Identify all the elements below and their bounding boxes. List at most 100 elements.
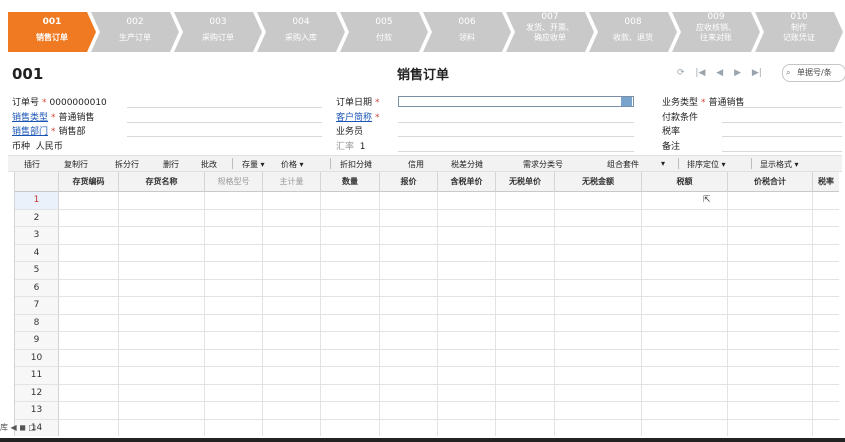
- table-row[interactable]: [59, 210, 839, 227]
- sales-dept-value[interactable]: 销售部: [59, 127, 86, 137]
- column-header[interactable]: 主计量: [263, 172, 321, 192]
- row-number[interactable]: 10: [15, 349, 59, 367]
- table-row[interactable]: [59, 367, 839, 385]
- divider: [398, 136, 634, 137]
- doc-number-title: 001: [12, 65, 44, 83]
- step-005[interactable]: 005 付款: [340, 12, 428, 52]
- step-label: 采购入库: [285, 33, 317, 42]
- grid-toolbar: 插行 复制行 拆分行 删行 批改 存量 ▾ 价格 ▾ 折扣分摊 信用 税差分摊 需求分类号 组合套件 ▾…: [8, 155, 842, 172]
- toolbar-button-14[interactable]: 显示格式 ▾: [760, 159, 799, 170]
- row-number[interactable]: 2: [15, 209, 59, 227]
- column-header[interactable]: 无税金额: [555, 172, 642, 192]
- column-header[interactable]: 无税单价: [496, 172, 555, 192]
- table-row[interactable]: [59, 297, 839, 315]
- table-row[interactable]: [59, 332, 839, 350]
- toolbar-button-7[interactable]: 折扣分摊: [340, 159, 372, 170]
- sales-type-value[interactable]: 普通销售: [59, 113, 95, 123]
- step-007[interactable]: 007 发货、开票、 确应收单: [506, 12, 594, 52]
- toolbar-button-9[interactable]: 税差分摊: [451, 159, 483, 170]
- toolbar-button-2[interactable]: 拆分行: [115, 159, 139, 170]
- column-header[interactable]: 存货名称: [119, 172, 205, 192]
- step-004[interactable]: 004 采购入库: [257, 12, 345, 52]
- remark-field: 备注: [662, 142, 681, 152]
- column-header[interactable]: 报价: [380, 172, 438, 192]
- step-010[interactable]: 010 制作 记账凭证: [755, 12, 843, 52]
- step-008[interactable]: 008 收款、退货: [589, 12, 677, 52]
- order-date-input[interactable]: [398, 96, 634, 107]
- toolbar-button-0[interactable]: 插行: [24, 159, 40, 170]
- column-header[interactable]: 数量: [321, 172, 380, 192]
- table-row[interactable]: [59, 262, 839, 280]
- row-number[interactable]: 13: [15, 402, 59, 420]
- step-label: 领料: [459, 33, 475, 42]
- toolbar-button-11[interactable]: 组合套件: [607, 159, 639, 170]
- row-number[interactable]: 4: [15, 244, 59, 262]
- step-label: 采购订单: [202, 33, 234, 42]
- row-number[interactable]: 12: [15, 384, 59, 402]
- column-header[interactable]: 规格型号: [205, 172, 263, 192]
- record-navigation: ⟳ |◀ ◀ ▶ ▶|: [677, 68, 770, 78]
- toolbar-button-8[interactable]: 信用: [408, 159, 424, 170]
- sales-dept-field: 销售部门 * 销售部: [12, 127, 86, 137]
- table-row[interactable]: [59, 245, 839, 262]
- toolbar-button-13[interactable]: 排序定位 ▾: [687, 159, 726, 170]
- table-row[interactable]: [59, 192, 839, 210]
- step-number: 007: [541, 12, 559, 22]
- column-header[interactable]: 税率: [813, 172, 839, 192]
- step-label: 生产订单: [119, 33, 151, 42]
- table-row[interactable]: [59, 420, 839, 437]
- step-number: 008: [624, 17, 642, 27]
- next-icon[interactable]: ▶: [734, 68, 741, 78]
- toolbar-button-6[interactable]: 价格 ▾: [281, 159, 304, 170]
- step-002[interactable]: 002 生产订单: [91, 12, 179, 52]
- toolbar-button-3[interactable]: 删行: [163, 159, 179, 170]
- toolbar-button-12[interactable]: ▾: [661, 159, 665, 168]
- search-input[interactable]: ⌕ 单据号/条: [782, 64, 845, 82]
- toolbar-button-10[interactable]: 需求分类号: [523, 159, 563, 170]
- column-header[interactable]: 价税合计: [728, 172, 813, 192]
- divider: [722, 136, 842, 137]
- table-row[interactable]: [59, 402, 839, 420]
- calendar-icon[interactable]: [621, 97, 632, 106]
- column-header[interactable]: 税额: [642, 172, 728, 192]
- table-row[interactable]: [59, 227, 839, 245]
- table-row[interactable]: [59, 280, 839, 297]
- toolbar-button-5[interactable]: 存量 ▾: [242, 159, 265, 170]
- order-no-field: 订单号 * 0000000010: [12, 98, 107, 108]
- order-header: 订单号 * 0000000010 订单日期 * 业务类型 * 普通销售 销售类型 * 普通销售…: [12, 95, 842, 155]
- step-label: 应收核销、 往来对账: [696, 23, 736, 42]
- row-number[interactable]: 7: [15, 297, 59, 315]
- row-number[interactable]: 6: [15, 279, 59, 297]
- step-label: 销售订单: [36, 33, 68, 42]
- exchange-rate-value[interactable]: 1: [360, 142, 366, 152]
- column-header[interactable]: 存货编码: [59, 172, 119, 192]
- table-row[interactable]: [59, 315, 839, 332]
- step-label: 收款、退货: [613, 33, 653, 42]
- divider: [398, 151, 634, 152]
- step-003[interactable]: 003 采购订单: [174, 12, 262, 52]
- row-number[interactable]: 5: [15, 262, 59, 280]
- step-009[interactable]: 009 应收核销、 往来对账: [672, 12, 760, 52]
- row-number[interactable]: 3: [15, 227, 59, 245]
- row-number[interactable]: 11: [15, 367, 59, 385]
- row-number[interactable]: 9: [15, 332, 59, 350]
- table-row[interactable]: [59, 385, 839, 402]
- last-icon[interactable]: ▶|: [752, 68, 762, 78]
- refresh-icon[interactable]: ⟳: [677, 68, 685, 78]
- prev-icon[interactable]: ◀: [716, 68, 723, 78]
- column-header[interactable]: 含税单价: [438, 172, 496, 192]
- row-number[interactable]: 1: [15, 192, 59, 210]
- table-row[interactable]: [59, 350, 839, 367]
- customer-field: 客户简称 *: [336, 113, 380, 123]
- currency-value[interactable]: 人民币: [36, 142, 63, 152]
- order-no-value[interactable]: 0000000010: [50, 98, 107, 108]
- step-001[interactable]: 001 销售订单: [8, 12, 96, 52]
- step-number: 010: [790, 12, 808, 22]
- row-number[interactable]: 8: [15, 314, 59, 332]
- order-date-field: 订单日期 *: [336, 98, 380, 108]
- mouse-cursor-icon: ⇱: [703, 195, 711, 205]
- first-icon[interactable]: |◀: [695, 68, 705, 78]
- toolbar-button-1[interactable]: 复制行: [64, 159, 88, 170]
- toolbar-button-4[interactable]: 批改: [201, 159, 217, 170]
- step-006[interactable]: 006 领料: [423, 12, 511, 52]
